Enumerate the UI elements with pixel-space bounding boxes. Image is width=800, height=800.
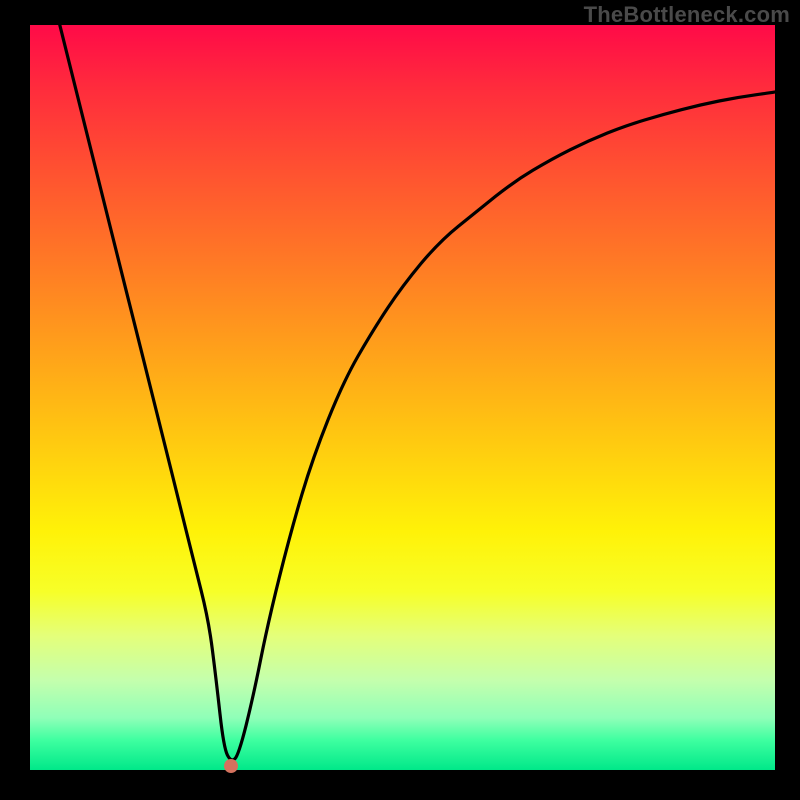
watermark-text: TheBottleneck.com	[584, 2, 790, 28]
bottleneck-curve	[30, 25, 775, 770]
curve-path	[60, 25, 775, 760]
optimum-marker	[224, 759, 238, 773]
plot-area	[30, 25, 775, 770]
chart-frame: TheBottleneck.com	[0, 0, 800, 800]
